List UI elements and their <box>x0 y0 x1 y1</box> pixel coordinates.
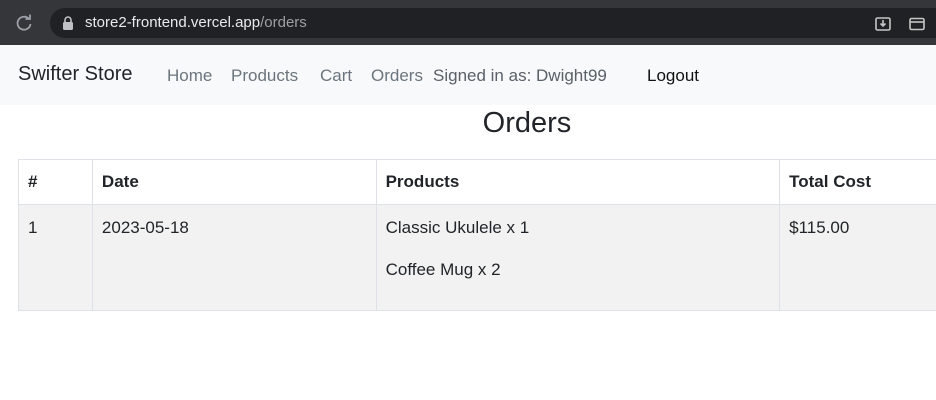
header-date: Date <box>91 159 377 205</box>
header-index: # <box>18 159 93 205</box>
header-products: Products <box>375 159 781 205</box>
product-line: Classic Ukulele x 1 <box>385 218 530 237</box>
product-line: Coffee Mug x 2 <box>385 260 501 279</box>
side-panel-icon[interactable] <box>908 15 926 33</box>
url-path: /orders <box>260 14 307 31</box>
order-date: 2023-05-18 <box>91 204 377 311</box>
header-total-cost: Total Cost <box>779 159 936 205</box>
reload-icon[interactable] <box>14 13 34 33</box>
logout-link[interactable]: Logout <box>647 66 699 86</box>
nav-link-orders[interactable]: Orders <box>371 66 423 86</box>
order-total: $115.00 <box>779 204 936 311</box>
address-bar[interactable]: store2-frontend.vercel.app/orders <box>50 8 936 38</box>
url-host: store2-frontend.vercel.app <box>85 14 261 31</box>
orders-table: # Date Products Total Cost 1 2023-05-18 … <box>18 159 936 311</box>
signed-in-text: Signed in as: Dwight99 <box>433 66 607 85</box>
site-navbar: Swifter Store Home Products Cart Orders … <box>0 45 936 105</box>
table-header-row: # Date Products Total Cost <box>18 159 936 205</box>
brand-link[interactable]: Swifter Store <box>18 63 132 86</box>
nav-link-cart[interactable]: Cart <box>320 66 352 86</box>
page-title: Orders <box>482 107 572 139</box>
nav-link-home[interactable]: Home <box>167 66 212 86</box>
order-products: Classic Ukulele x 1 Coffee Mug x 2 <box>375 204 781 311</box>
install-app-icon[interactable] <box>874 15 892 33</box>
order-index: 1 <box>18 204 93 311</box>
lock-icon <box>63 16 73 30</box>
table-row: 1 2023-05-18 Classic Ukulele x 1 Coffee … <box>18 204 936 311</box>
nav-link-products[interactable]: Products <box>231 66 298 86</box>
url-text: store2-frontend.vercel.app/orders <box>85 14 307 31</box>
browser-toolbar: store2-frontend.vercel.app/orders <box>0 0 936 45</box>
